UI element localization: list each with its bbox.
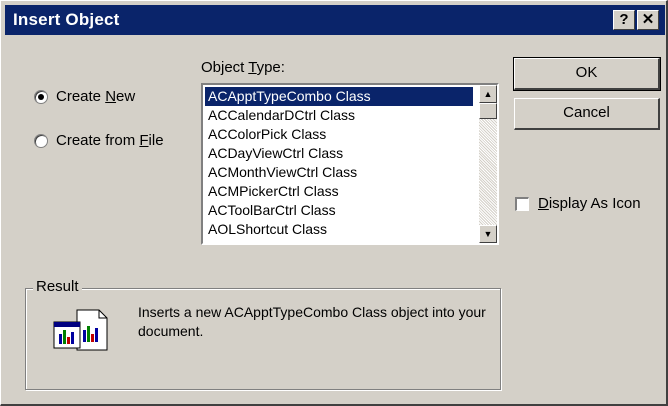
close-button[interactable]: ✕ — [637, 10, 659, 30]
insert-object-dialog: Insert Object ? ✕ Create New Create from… — [0, 0, 668, 406]
display-as-icon-label[interactable]: Display As Icon — [538, 195, 641, 212]
object-type-label: Object Type: — [201, 59, 285, 76]
list-item[interactable]: ACToolBarCtrl Class — [205, 201, 473, 220]
title-bar[interactable]: Insert Object ? ✕ — [5, 5, 665, 35]
close-icon: ✕ — [641, 11, 655, 28]
scroll-down-button[interactable]: ▼ — [479, 225, 497, 243]
list-item[interactable]: ACDayViewCtrl Class — [205, 144, 473, 163]
object-type-list: ACApptTypeCombo Class ACCalendarDCtrl Cl… — [205, 87, 473, 239]
arrow-up-icon: ▲ — [483, 89, 493, 99]
scroll-thumb[interactable] — [479, 103, 497, 119]
create-new-radio[interactable] — [34, 90, 48, 104]
object-type-listbox[interactable]: ACApptTypeCombo Class ACCalendarDCtrl Cl… — [201, 83, 499, 245]
vertical-scrollbar[interactable]: ▲ ▼ — [479, 85, 497, 243]
arrow-down-icon: ▼ — [483, 229, 493, 239]
create-from-file-label[interactable]: Create from File — [56, 132, 164, 149]
list-item[interactable]: ACApptTypeCombo Class — [205, 87, 473, 106]
help-button[interactable]: ? — [613, 10, 635, 30]
list-item[interactable]: ACCalendarDCtrl Class — [205, 106, 473, 125]
result-label: Result — [33, 278, 82, 295]
list-item[interactable]: ACMonthViewCtrl Class — [205, 163, 473, 182]
result-description: Inserts a new ACApptTypeCombo Class obje… — [138, 304, 486, 339]
radio-selected-dot — [38, 94, 44, 100]
list-item[interactable]: ACMPickerCtrl Class — [205, 182, 473, 201]
display-as-icon-checkbox[interactable] — [515, 197, 529, 211]
window-title: Insert Object — [13, 10, 120, 29]
create-from-file-radio[interactable] — [34, 134, 48, 148]
list-item[interactable]: ACColorPick Class — [205, 125, 473, 144]
ok-button[interactable]: OK — [513, 57, 661, 91]
scroll-up-button[interactable]: ▲ — [479, 85, 497, 103]
object-icon — [53, 309, 108, 351]
create-new-label[interactable]: Create New — [56, 88, 135, 105]
cancel-button[interactable]: Cancel — [514, 98, 660, 130]
list-item[interactable]: AOLShortcut Class — [205, 220, 473, 239]
